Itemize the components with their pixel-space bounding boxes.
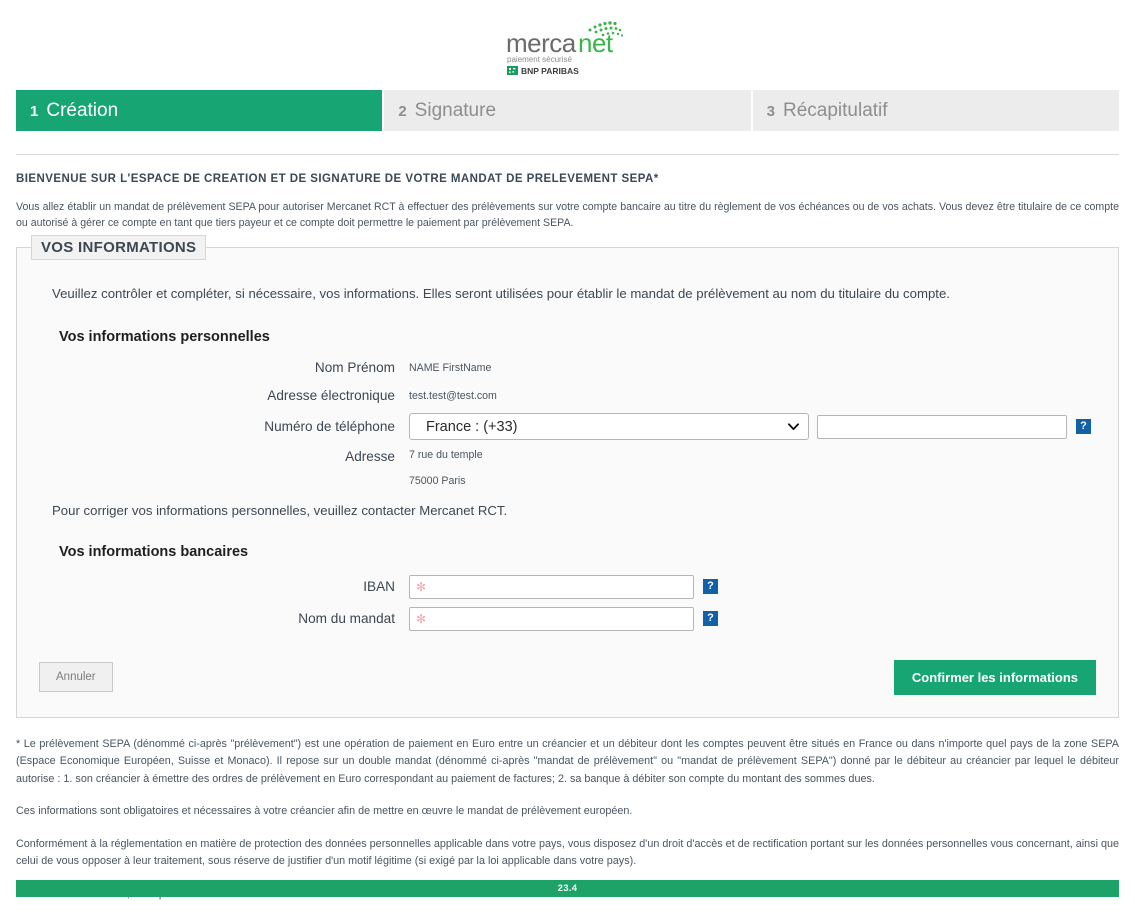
legal-notices: * Le prélèvement SEPA (dénommé ci-après …: [0, 718, 1135, 903]
panel-intro-text: Veuillez contrôler et compléter, si néce…: [52, 286, 1096, 301]
address-line-1: 7 rue du temple: [409, 449, 483, 461]
field-row-iban: IBAN ?: [39, 572, 1096, 602]
legal-paragraph-mandatory-info: Ces informations sont obligatoires et né…: [16, 803, 1119, 820]
phone-country-select[interactable]: France : (+33): [409, 413, 809, 440]
phone-number-input[interactable]: [817, 415, 1067, 439]
correction-note: Pour corriger vos informations personnel…: [52, 503, 1096, 518]
intro-section: BIENVENUE SUR L'ESPACE DE CREATION ET DE…: [0, 155, 1135, 238]
page-header: merca net paiement sécurisé BNP PARIBAS: [0, 0, 1135, 90]
personal-info-fields: Nom Prénom NAME FirstName Adresse électr…: [39, 355, 1096, 487]
step-navigation: 1 Création 2 Signature 3 Récapitulatif: [0, 90, 1135, 132]
step-2-number: 2: [398, 104, 406, 119]
name-label: Nom Prénom: [39, 360, 409, 375]
cancel-button[interactable]: Annuler: [39, 662, 113, 692]
step-1-number: 1: [30, 104, 38, 119]
version-footer: 23.4: [16, 880, 1119, 897]
mandate-help-icon[interactable]: ?: [703, 611, 718, 626]
step-2-signature[interactable]: 2 Signature: [384, 90, 752, 131]
svg-text:merca: merca: [506, 28, 577, 58]
iban-input[interactable]: [409, 575, 694, 599]
email-value: test.test@test.com: [409, 390, 497, 402]
your-information-panel: VOS INFORMATIONS Veuillez contrôler et c…: [16, 247, 1119, 718]
field-row-name: Nom Prénom NAME FirstName: [39, 355, 1096, 381]
welcome-body: Vous allez établir un mandat de prélèvem…: [16, 199, 1119, 232]
step-3-label: Récapitulatif: [783, 100, 888, 122]
name-value: NAME FirstName: [409, 362, 491, 374]
mandate-name-label: Nom du mandat: [39, 611, 409, 626]
step-2-label: Signature: [415, 100, 496, 122]
mercanet-logo: merca net paiement sécurisé BNP PARIBAS: [504, 14, 632, 76]
svg-text:net: net: [578, 28, 614, 58]
svg-text:BNP PARIBAS: BNP PARIBAS: [521, 66, 579, 76]
svg-text:paiement sécurisé: paiement sécurisé: [507, 55, 572, 64]
field-row-email: Adresse électronique test.test@test.com: [39, 383, 1096, 409]
bank-info-heading: Vos informations bancaires: [59, 544, 1096, 560]
welcome-title: BIENVENUE SUR L'ESPACE DE CREATION ET DE…: [16, 173, 1119, 185]
panel-legend: VOS INFORMATIONS: [31, 235, 206, 260]
step-1-label: Création: [46, 100, 118, 122]
iban-label: IBAN: [39, 579, 409, 594]
confirm-information-button[interactable]: Confirmer les informations: [894, 660, 1096, 695]
phone-label: Numéro de téléphone: [39, 419, 409, 434]
phone-country-select-wrap: France : (+33): [409, 413, 809, 440]
step-3-number: 3: [767, 104, 775, 119]
iban-help-icon[interactable]: ?: [703, 579, 718, 594]
step-1-creation[interactable]: 1 Création: [16, 90, 384, 131]
bank-info-fields: IBAN ? Nom du mandat ?: [39, 572, 1096, 634]
address-line-2: 75000 Paris: [409, 475, 483, 487]
legal-paragraph-sepa-definition: * Le prélèvement SEPA (dénommé ci-après …: [16, 736, 1119, 788]
field-row-phone: Numéro de téléphone France : (+33) ?: [39, 411, 1096, 443]
mandate-name-input[interactable]: [409, 607, 694, 631]
phone-help-icon[interactable]: ?: [1076, 419, 1091, 434]
email-label: Adresse électronique: [39, 388, 409, 403]
legal-paragraph-data-protection: Conformément à la réglementation en mati…: [16, 836, 1119, 871]
version-number: 23.4: [558, 883, 578, 894]
step-3-recapitulatif[interactable]: 3 Récapitulatif: [753, 90, 1119, 131]
field-row-mandate-name: Nom du mandat ?: [39, 604, 1096, 634]
address-label: Adresse: [39, 449, 409, 464]
panel-action-buttons: Annuler Confirmer les informations: [39, 660, 1096, 695]
personal-info-heading: Vos informations personnelles: [59, 329, 1096, 345]
field-row-address: Adresse 7 rue du temple 75000 Paris: [39, 449, 1096, 487]
